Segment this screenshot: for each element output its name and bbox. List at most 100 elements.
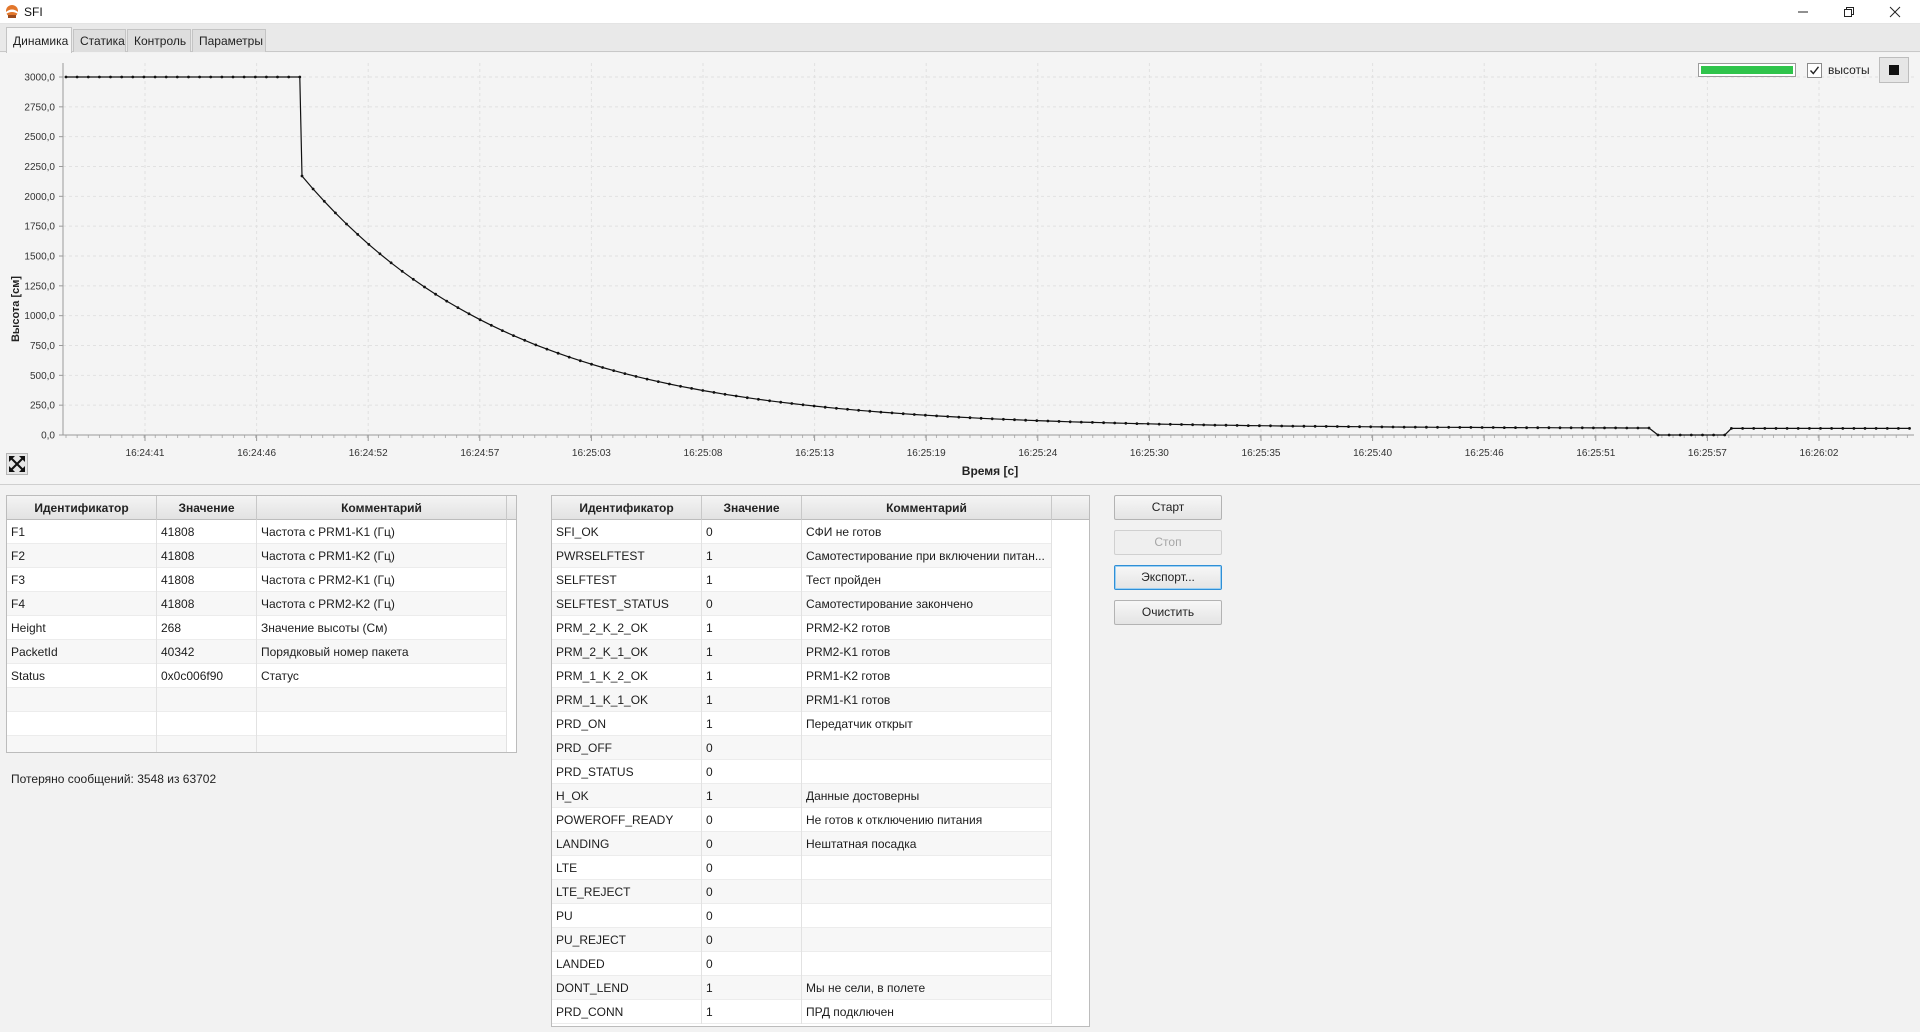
flag-row[interactable]: SFI_OK 0 СФИ не готов [552, 520, 1052, 544]
flag-row[interactable]: LANDED 0 [552, 952, 1052, 976]
cell-identifier: LANDED [552, 952, 702, 976]
data-point [745, 396, 749, 400]
measurement-row[interactable]: Status 0x0c006f90 Статус [7, 664, 507, 688]
data-point [345, 222, 348, 226]
measurement-row[interactable]: Height 268 Значение высоты (См) [7, 616, 507, 640]
flags-table[interactable]: Идентификатор Значение Комментарий SFI_O… [551, 495, 1090, 1027]
cell-comment: PRM2-K2 готов [802, 616, 1052, 640]
column-header-comment[interactable]: Комментарий [802, 496, 1052, 520]
measurement-row[interactable]: F1 41808 Частота с PRM1-K1 (Гц) [7, 520, 507, 544]
x-tick-label: 16:24:41 [126, 448, 165, 459]
cell-value: 268 [157, 616, 257, 640]
clear-button[interactable]: Очистить [1114, 600, 1222, 625]
data-point [389, 261, 393, 265]
y-tick-label: 1000,0 [24, 311, 55, 322]
data-point [723, 392, 727, 396]
y-tick-label: 2250,0 [24, 162, 55, 173]
x-tick-label: 16:25:51 [1576, 448, 1615, 459]
cell-value [157, 736, 257, 752]
flag-row[interactable]: SELFTEST_STATUS 0 Самотестирование законче… [552, 592, 1052, 616]
column-header-value[interactable]: Значение [157, 496, 257, 520]
measurements-table[interactable]: Идентификатор Значение Комментарий F1 418… [6, 495, 517, 753]
stop-acquisition-button[interactable] [1879, 57, 1909, 83]
flag-row[interactable]: PRD_OFF 0 [552, 736, 1052, 760]
flag-row[interactable]: LANDING 0 Нештатная посадка [552, 832, 1052, 856]
data-point [1402, 425, 1406, 429]
flag-row[interactable]: PRD_CONN 1 ПРД подключен [552, 1000, 1052, 1024]
data-point [1852, 427, 1856, 430]
data-point [334, 211, 337, 215]
data-point [1035, 419, 1039, 422]
cell-value: 1 [702, 544, 802, 568]
data-point [1808, 427, 1811, 430]
column-header-comment[interactable]: Комментарий [257, 496, 507, 520]
tab-control[interactable]: Контроль [127, 29, 191, 52]
data-point [1002, 417, 1005, 421]
flag-row[interactable]: PRM_1_K_1_OK 1 PRM1-K1 готов [552, 688, 1052, 712]
column-header-identifier[interactable]: Идентификатор [7, 496, 157, 520]
cell-identifier: POWEROFF_READY [552, 808, 702, 832]
cell-value: 41808 [157, 544, 257, 568]
data-point [1191, 423, 1194, 427]
x-tick-label: 16:25:35 [1242, 448, 1281, 459]
measurement-row[interactable] [7, 712, 507, 736]
close-button[interactable] [1872, 0, 1918, 24]
data-point [1413, 425, 1417, 429]
export-button[interactable]: Экспорт... [1114, 565, 1222, 590]
flag-row[interactable]: PU 0 [552, 904, 1052, 928]
column-header-identifier[interactable]: Идентификатор [552, 496, 702, 520]
flag-row[interactable]: LTE 0 [552, 856, 1052, 880]
minimize-button[interactable] [1780, 0, 1826, 24]
start-button[interactable]: Старт [1114, 495, 1222, 520]
stop-button[interactable]: Стоп [1114, 530, 1222, 555]
measurement-row[interactable] [7, 688, 507, 712]
measurement-row[interactable]: PacketId 40342 Порядковый номер пакета [7, 640, 507, 664]
tab-parameters[interactable]: Параметры [192, 29, 266, 52]
cell-identifier: PRM_1_K_1_OK [552, 688, 702, 712]
flag-row[interactable]: H_OK 1 Данные достоверны [552, 784, 1052, 808]
flag-row[interactable]: PWRSELFTEST 1 Самотестирование при включен… [552, 544, 1052, 568]
fit-chart-button[interactable] [6, 453, 28, 475]
measurement-row[interactable]: F2 41808 Частота с PRM1-K2 (Гц) [7, 544, 507, 568]
cell-identifier: PRM_1_K_2_OK [552, 664, 702, 688]
measurement-row[interactable] [7, 736, 507, 752]
y-axis-label: Высота [см] [10, 276, 22, 342]
height-checkbox-label[interactable]: высоты [1828, 63, 1870, 77]
flag-row[interactable]: LTE_REJECT 0 [552, 880, 1052, 904]
cell-comment: Тест пройден [802, 568, 1052, 592]
flag-row[interactable]: SELFTEST 1 Тест пройден [552, 568, 1052, 592]
flag-row[interactable]: DONT_LEND 1 Мы не сели, в полете [552, 976, 1052, 1000]
data-point [1391, 425, 1395, 429]
tab-dynamics[interactable]: Динамика [6, 27, 72, 53]
cell-comment [802, 856, 1052, 880]
cell-identifier: SELFTEST [552, 568, 702, 592]
data-point [1636, 426, 1640, 430]
y-tick-label: 1500,0 [24, 252, 55, 263]
flag-row[interactable]: PRM_2_K_2_OK 1 PRM2-K2 готов [552, 616, 1052, 640]
data-point [300, 174, 304, 178]
data-point [1380, 425, 1384, 429]
data-point [1469, 426, 1473, 429]
data-point [478, 318, 482, 322]
flag-row[interactable]: PRD_ON 1 Передатчик открыт [552, 712, 1052, 736]
data-point [356, 233, 360, 236]
measurement-row[interactable]: F4 41808 Частота с PRM2-K2 (Гц) [7, 592, 507, 616]
expand-arrows-icon [9, 456, 25, 472]
flag-row[interactable]: PRM_1_K_2_OK 1 PRM1-K2 готов [552, 664, 1052, 688]
column-header-value[interactable]: Значение [702, 496, 802, 520]
tab-statics[interactable]: Статика [73, 29, 126, 52]
data-point [378, 252, 382, 256]
data-point [690, 387, 693, 390]
flag-row[interactable]: POWEROFF_READY 0 Не готов к отключению пит… [552, 808, 1052, 832]
stop-square-icon [1889, 65, 1899, 75]
height-checkbox[interactable] [1807, 63, 1822, 78]
height-chart[interactable]: 0,0 250,0 500,0 750,0 1000,0 1250,0 1500,0 1750… [0, 53, 1920, 485]
x-tick-label: 16:25:13 [795, 448, 834, 459]
flag-row[interactable]: PRM_2_K_1_OK 1 PRM2-K1 готов [552, 640, 1052, 664]
flag-row[interactable]: PRD_STATUS 0 [552, 760, 1052, 784]
measurement-row[interactable]: F3 41808 Частота с PRM2-K1 (Гц) [7, 568, 507, 592]
data-point [523, 338, 527, 342]
flag-row[interactable]: PU_REJECT 0 [552, 928, 1052, 952]
window-title: SFI [24, 5, 43, 19]
restore-button[interactable] [1826, 0, 1872, 24]
